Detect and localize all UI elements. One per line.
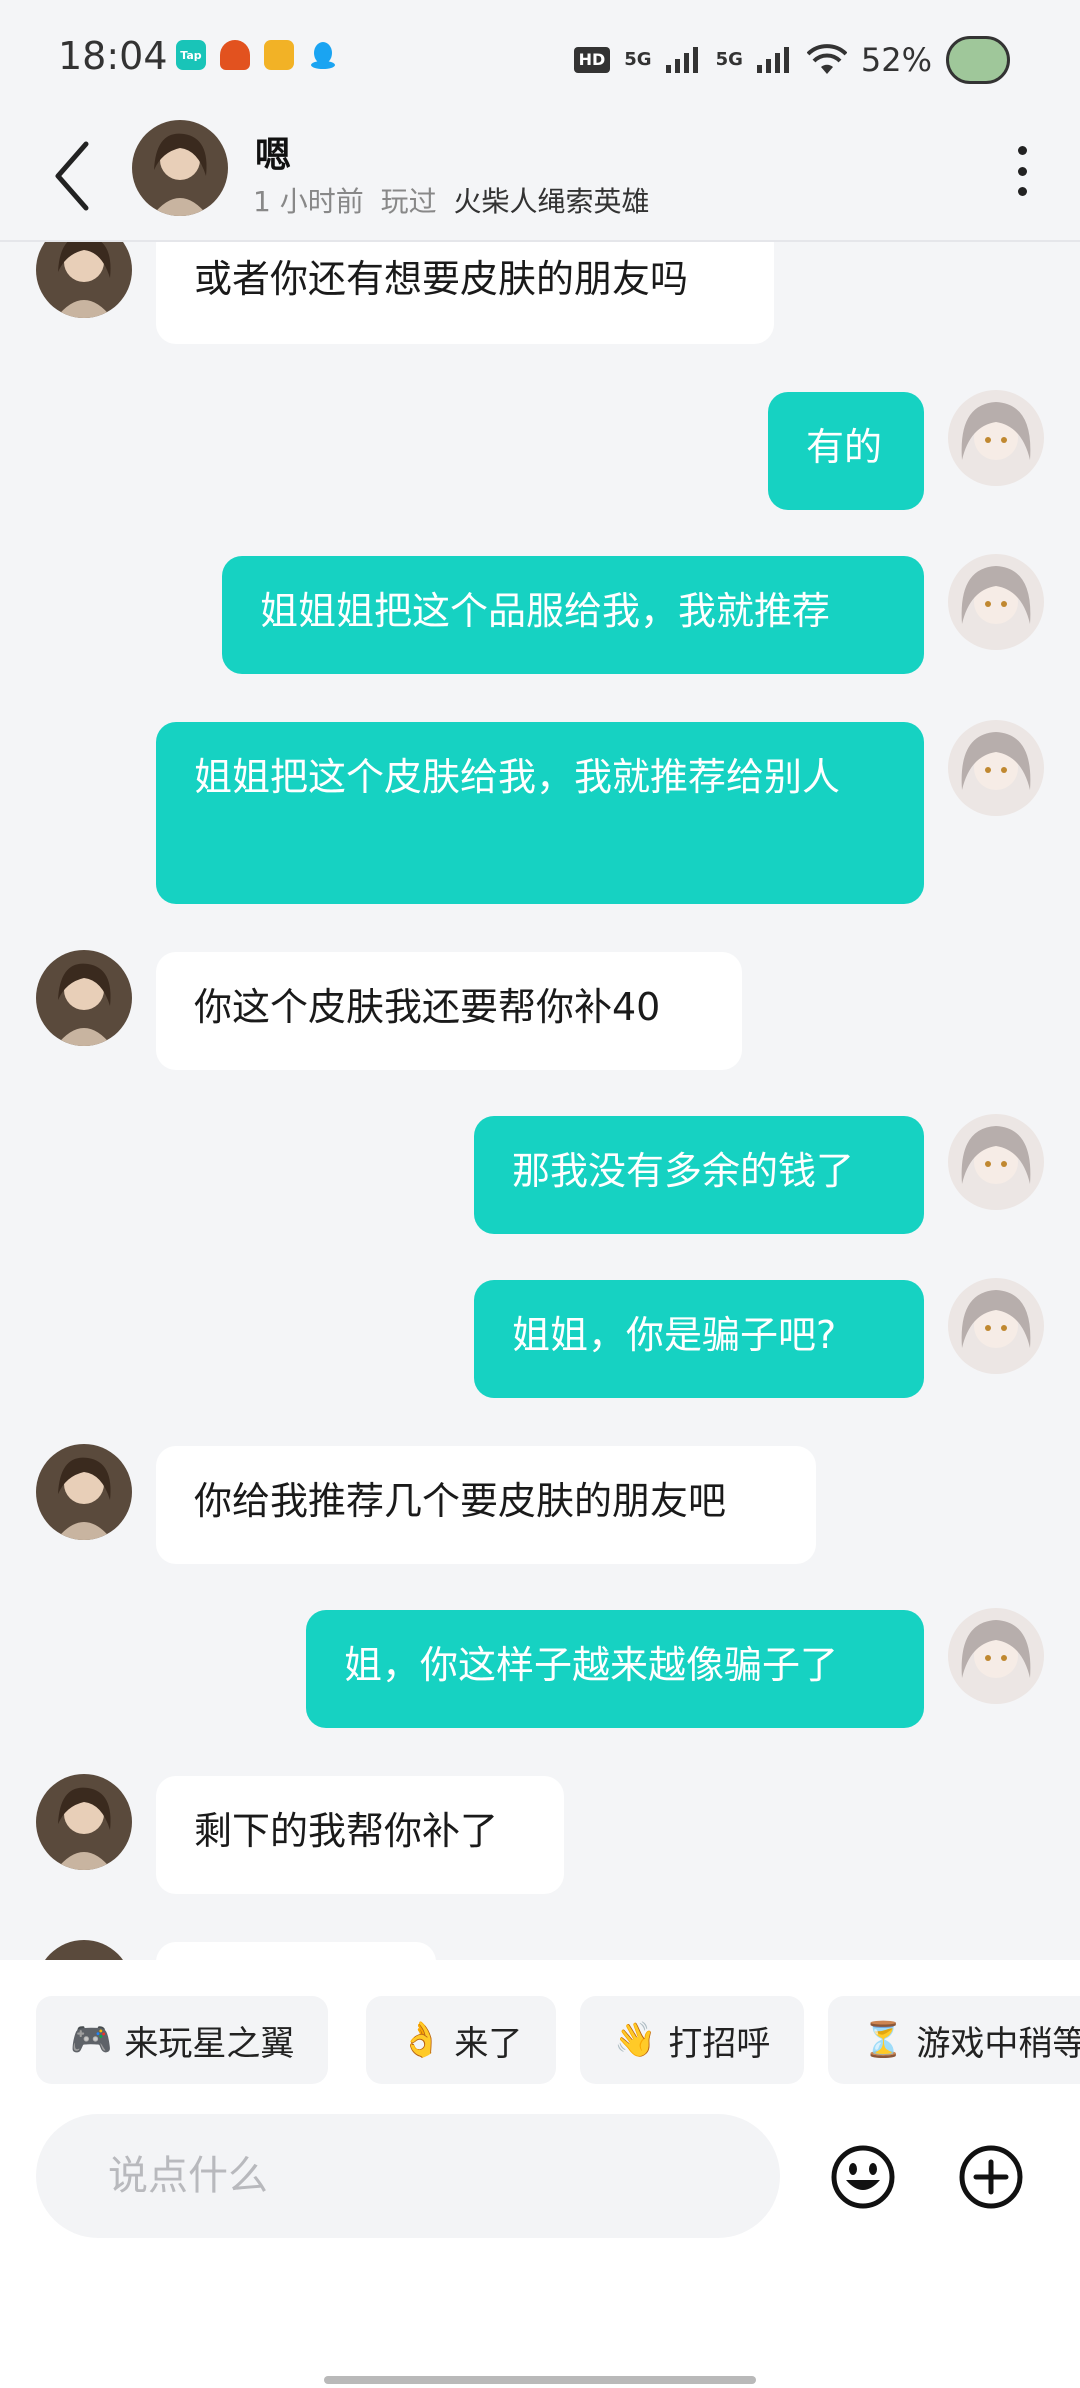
my-avatar[interactable] <box>948 1114 1044 1210</box>
quick-reply-chip[interactable]: ⏳ 游戏中稍等 <box>828 1996 1080 2084</box>
contact-name: 嗯 <box>255 135 292 176</box>
message-bubble[interactable]: 你这个皮肤我还要帮你补40 <box>156 952 742 1070</box>
signal-5g-icon-2: 5G <box>715 49 743 70</box>
plus-circle-icon[interactable] <box>958 2144 1024 2210</box>
ok-hand-icon: 👌 <box>400 2020 443 2060</box>
quick-reply-chip[interactable]: 🎮 来玩星之翼 <box>36 1996 329 2084</box>
played-game[interactable]: 火柴人绳索英雄 <box>454 185 650 218</box>
message-bubble[interactable]: 有的 <box>768 392 924 510</box>
more-vertical-icon[interactable] <box>1016 146 1028 196</box>
my-avatar[interactable] <box>948 1608 1044 1704</box>
signal-bars-icon-2 <box>756 47 789 73</box>
message-bubble[interactable]: 剩下的我帮你补了 <box>156 1776 564 1894</box>
message-bubble[interactable]: 姐，你这样子越来越像骗子了 <box>306 1610 924 1728</box>
message-bubble[interactable]: 姐姐姐把这个品服给我，我就推荐 <box>222 556 924 674</box>
contact-status: 1 小时前 玩过 火柴人绳索英雄 <box>253 180 650 220</box>
gamepad-icon: 🎮 <box>70 2020 113 2060</box>
message-bubble[interactable]: 你给我推荐几个要皮肤的朋友吧 <box>156 1446 816 1564</box>
taptap-app-icon: Tap <box>176 40 206 70</box>
message-bubble[interactable]: 姐姐，你是骗子吧? <box>474 1280 924 1398</box>
qq-app-icon <box>308 40 338 70</box>
wave-icon: 👋 <box>614 2020 657 2060</box>
status-time: 18:04 <box>58 34 168 78</box>
message-bubble-partial[interactable] <box>156 1942 436 1960</box>
status-bar: 18:04 Tap HD 5G 5G 52% <box>0 0 1080 110</box>
chip-label: 来玩星之翼 <box>124 2023 295 2064</box>
my-avatar[interactable] <box>948 554 1044 650</box>
signal-bars-icon <box>665 47 698 73</box>
battery-percent: 52% <box>860 41 932 79</box>
sender-avatar[interactable] <box>36 242 132 318</box>
sender-avatar[interactable] <box>36 950 132 1046</box>
system-icons: HD 5G 5G 52% <box>573 36 1010 84</box>
message-bubble[interactable]: 那我没有多余的钱了 <box>474 1116 924 1234</box>
message-bubble[interactable]: 姐姐把这个皮肤给我，我就推荐给别人 <box>156 722 924 904</box>
played-label: 玩过 <box>380 185 437 218</box>
my-avatar[interactable] <box>948 1278 1044 1374</box>
battery-cloud-icon <box>946 36 1010 84</box>
quick-reply-bar[interactable]: 🎮 来玩星之翼 👌 来了 👋 打招呼 ⏳ 游戏中稍等 <box>0 1960 1080 2100</box>
quick-reply-chip[interactable]: 👌 来了 <box>366 1996 557 2084</box>
my-avatar[interactable] <box>948 720 1044 816</box>
hd-icon: HD <box>573 47 611 73</box>
game-app-icon <box>220 40 250 70</box>
sender-avatar[interactable] <box>36 1444 132 1540</box>
camera-app-icon <box>264 40 294 70</box>
emoji-icon[interactable] <box>830 2144 896 2210</box>
quick-reply-chip[interactable]: 👋 打招呼 <box>580 1996 805 2084</box>
contact-avatar[interactable] <box>132 120 228 216</box>
chat-header: 嗯 1 小时前 玩过 火柴人绳索英雄 <box>0 110 1080 242</box>
sender-avatar[interactable] <box>36 1774 132 1870</box>
sender-avatar[interactable] <box>36 1940 132 1960</box>
composer <box>0 2100 1080 2388</box>
home-indicator[interactable] <box>324 2376 756 2384</box>
last-active-time: 1 小时前 <box>253 185 364 218</box>
message-list[interactable]: 或者你还有想要皮肤的朋友吗 有的 姐姐姐把这个品服给我，我就推荐 姐姐把这个皮肤… <box>0 242 1080 1960</box>
my-avatar[interactable] <box>948 390 1044 486</box>
message-input[interactable] <box>36 2114 780 2238</box>
hourglass-icon: ⏳ <box>862 2020 905 2060</box>
message-bubble[interactable]: 或者你还有想要皮肤的朋友吗 <box>156 242 774 344</box>
back-arrow-icon[interactable] <box>48 136 98 216</box>
chip-label: 来了 <box>454 2023 523 2064</box>
wifi-icon <box>806 44 847 74</box>
chip-label: 打招呼 <box>668 2023 771 2064</box>
chip-label: 游戏中稍等 <box>916 2023 1080 2064</box>
signal-5g-icon: 5G <box>624 49 652 70</box>
notification-icons: Tap <box>176 40 338 70</box>
